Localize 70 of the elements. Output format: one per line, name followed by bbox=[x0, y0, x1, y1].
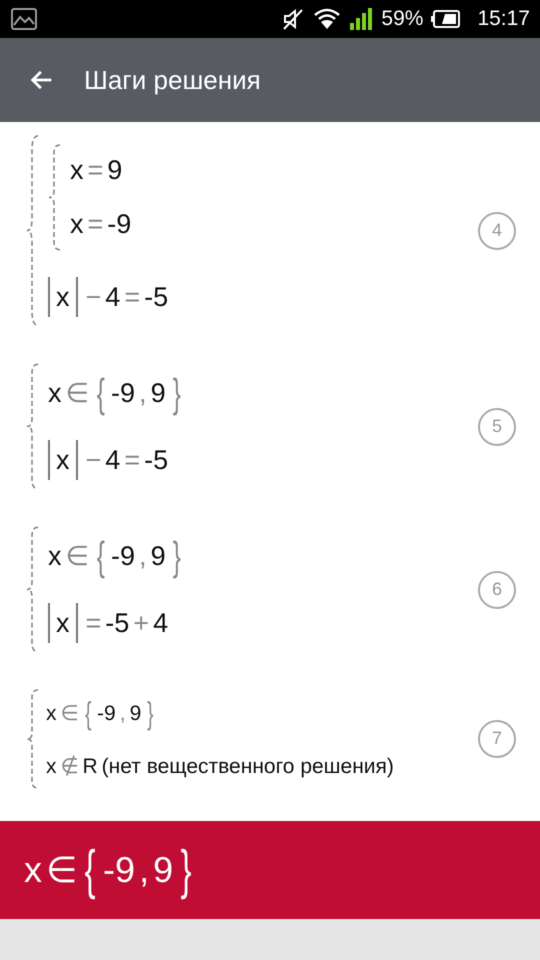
set-brace: } bbox=[147, 698, 154, 730]
math-term: 4 bbox=[105, 444, 120, 476]
set-brace: { bbox=[96, 373, 104, 414]
set-brace: { bbox=[84, 842, 96, 897]
math-operator: − bbox=[86, 280, 102, 314]
math-term: 9 bbox=[150, 540, 166, 572]
wifi-icon bbox=[313, 7, 342, 31]
math-term: x bbox=[46, 701, 56, 727]
math-operator: + bbox=[133, 606, 150, 639]
math-term: x bbox=[48, 377, 62, 410]
math-term: x bbox=[46, 754, 56, 780]
math-term: (нет вещественного решения) bbox=[102, 754, 394, 780]
set-brace: } bbox=[172, 373, 180, 414]
math-term: 9 bbox=[153, 848, 174, 892]
battery-icon bbox=[431, 9, 462, 29]
math-term: -9 bbox=[111, 540, 136, 572]
math-operator: ∈ bbox=[46, 848, 77, 892]
math-operator: = bbox=[124, 444, 140, 476]
signal-icon bbox=[349, 7, 374, 31]
step-number: 5 bbox=[478, 408, 516, 446]
clock: 15:17 bbox=[477, 6, 530, 32]
math-term: 9 bbox=[130, 701, 142, 727]
math-operator: ∉ bbox=[60, 754, 78, 780]
math-operator: , bbox=[139, 377, 147, 410]
math-term: -9 bbox=[111, 377, 136, 410]
mute-icon bbox=[281, 7, 306, 31]
set-brace: { bbox=[96, 536, 104, 577]
math-operator: − bbox=[86, 444, 102, 476]
math-term: -5 bbox=[144, 444, 168, 476]
set-brace: { bbox=[84, 698, 91, 730]
math-term: -5 bbox=[105, 606, 130, 639]
math-term: -9 bbox=[103, 848, 136, 892]
math-operator: = bbox=[88, 154, 104, 186]
math-operator: , bbox=[139, 540, 147, 572]
math-term: R bbox=[82, 754, 98, 780]
math-term: 4 bbox=[153, 606, 168, 639]
math-operator: ∈ bbox=[60, 701, 78, 727]
math-operator: = bbox=[88, 208, 104, 241]
system-brace-icon bbox=[26, 363, 40, 490]
math-operator: ∈ bbox=[66, 540, 90, 572]
math-term: x bbox=[70, 154, 84, 186]
gallery-icon bbox=[10, 7, 38, 31]
math-operator: = bbox=[86, 606, 102, 639]
step-number: 7 bbox=[478, 720, 516, 758]
math-operator: = bbox=[124, 280, 140, 314]
math-term: -5 bbox=[144, 280, 168, 314]
absolute-value: x bbox=[48, 440, 78, 480]
math-term: 9 bbox=[150, 377, 166, 410]
math-term: 9 bbox=[107, 154, 122, 186]
math-term: 4 bbox=[105, 280, 120, 314]
math-operator: , bbox=[120, 701, 126, 727]
math-term: -9 bbox=[107, 208, 132, 241]
system-brace-icon bbox=[26, 134, 40, 328]
math-term: x bbox=[70, 208, 84, 241]
math-term: x bbox=[48, 540, 62, 572]
step-number: 6 bbox=[478, 570, 516, 608]
absolute-value: x bbox=[48, 602, 78, 643]
math-operator: ∈ bbox=[66, 377, 90, 410]
set-brace: } bbox=[180, 842, 192, 897]
set-brace: } bbox=[172, 536, 180, 577]
step-number: 4 bbox=[478, 212, 516, 250]
math-term: -9 bbox=[97, 701, 116, 727]
system-brace-icon bbox=[48, 144, 62, 251]
math-operator: , bbox=[139, 848, 150, 892]
math-term: x bbox=[24, 848, 42, 892]
battery-percent: 59% bbox=[381, 6, 424, 32]
screen-title: Шаги решения bbox=[84, 64, 261, 96]
system-brace-icon bbox=[26, 688, 40, 789]
system-brace-icon bbox=[26, 526, 40, 653]
absolute-value: x bbox=[48, 276, 78, 318]
